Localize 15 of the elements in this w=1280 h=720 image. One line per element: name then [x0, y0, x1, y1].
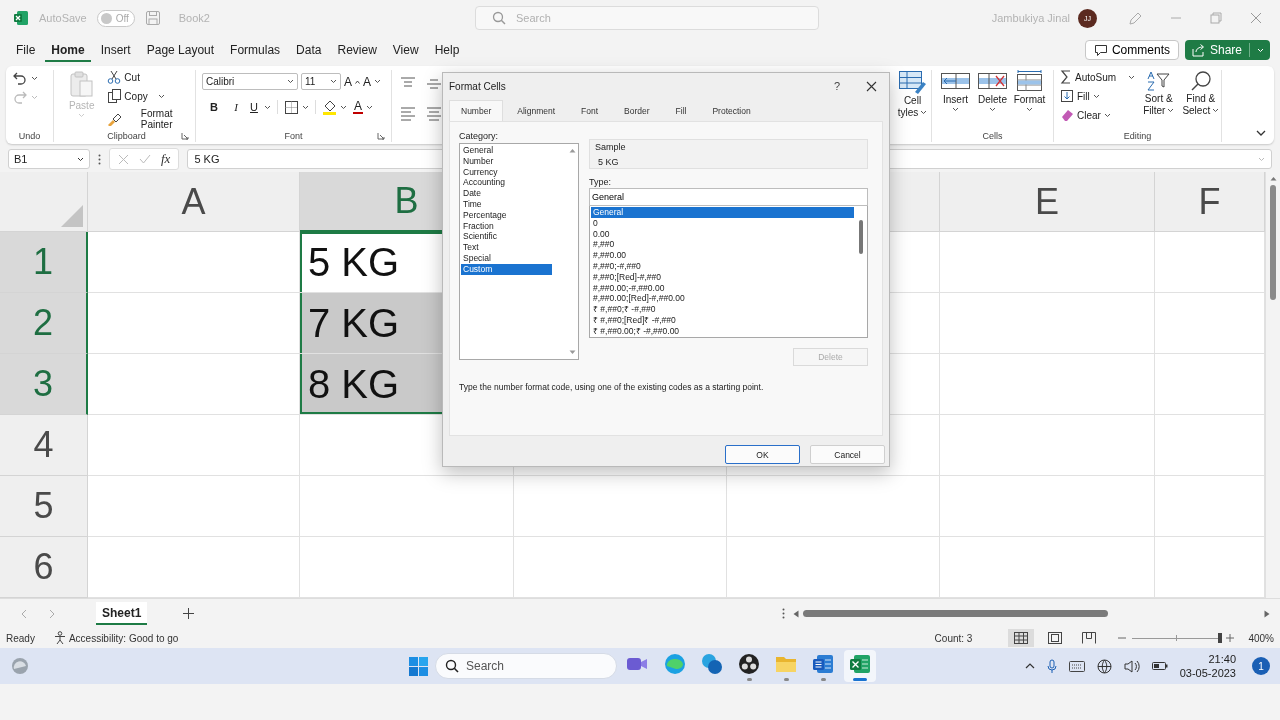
group-label: Sample	[595, 142, 627, 152]
user-name: Jambukiya Jinal	[991, 12, 1070, 24]
status-text: Ready	[6, 632, 35, 644]
count-text: Count: 3	[934, 632, 973, 644]
group-caption: Undo	[17, 130, 42, 142]
group-caption: Clipboard	[107, 131, 146, 141]
field-label: Type:	[589, 177, 612, 187]
sample-value: 5 KG	[597, 157, 620, 167]
group-caption: Editing	[1122, 130, 1153, 142]
document-name: Book2	[178, 12, 210, 24]
autosave-label: AutoSave	[39, 12, 87, 24]
group-caption: Font	[284, 131, 303, 141]
dialog-title: Format Cells	[449, 80, 507, 92]
field-label: Category:	[459, 131, 500, 141]
group-caption: Cells	[981, 130, 1004, 142]
